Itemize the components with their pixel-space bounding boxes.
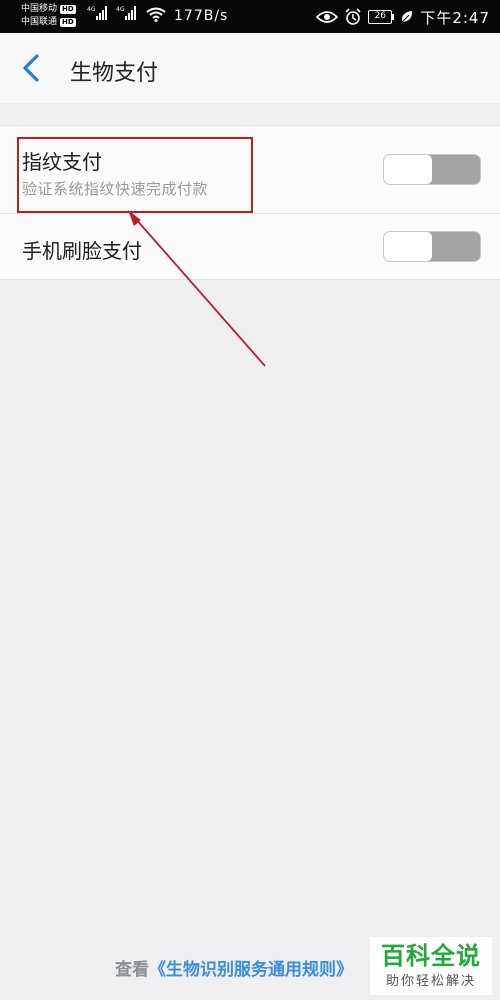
face-payment-row[interactable]: 手机刷脸支付 <box>0 214 500 280</box>
watermark-subtitle: 助你轻松解决 <box>385 974 476 989</box>
face-payment-label: 手机刷脸支付 <box>22 239 142 263</box>
signal-icon: 4G <box>116 6 137 20</box>
app-header: 生物支付 <box>0 33 500 103</box>
page-title: 生物支付 <box>70 61 159 86</box>
status-bar: 中国移动 HD 中国联通 HD 4G 4G 177B/s 26 下午2:47 <box>0 0 500 33</box>
toggle-knob <box>384 155 432 184</box>
clock: 下午2:47 <box>420 8 490 27</box>
annotation-highlight-box <box>17 137 253 213</box>
network-speed: 177B/s <box>174 8 229 24</box>
hd-badge: HD <box>60 5 76 14</box>
face-payment-toggle[interactable] <box>383 231 481 262</box>
hd-badge: HD <box>60 18 76 27</box>
rules-link[interactable]: 《生物识别服务通用规则》 <box>149 960 353 980</box>
carrier-info: 中国移动 HD 中国联通 HD <box>21 3 76 29</box>
signal-icon: 4G <box>87 6 108 20</box>
eye-icon <box>316 11 339 23</box>
rules-link-text: 查看《生物识别服务通用规则》 <box>115 955 353 980</box>
wifi-icon <box>146 7 166 22</box>
back-button[interactable] <box>16 53 46 83</box>
alarm-icon <box>345 8 361 25</box>
watermark-logo: 百科全说 助你轻松解决 <box>370 937 492 995</box>
chevron-left-icon <box>23 54 39 82</box>
battery-icon: 26 <box>368 10 395 24</box>
carrier-1: 中国移动 <box>21 4 58 14</box>
leaf-icon <box>401 11 413 23</box>
watermark-title: 百科全说 <box>381 942 481 970</box>
toggle-knob <box>384 232 432 261</box>
carrier-2: 中国联通 <box>21 17 58 27</box>
fingerprint-payment-toggle[interactable] <box>383 154 481 185</box>
rules-prefix: 查看 <box>115 960 149 980</box>
